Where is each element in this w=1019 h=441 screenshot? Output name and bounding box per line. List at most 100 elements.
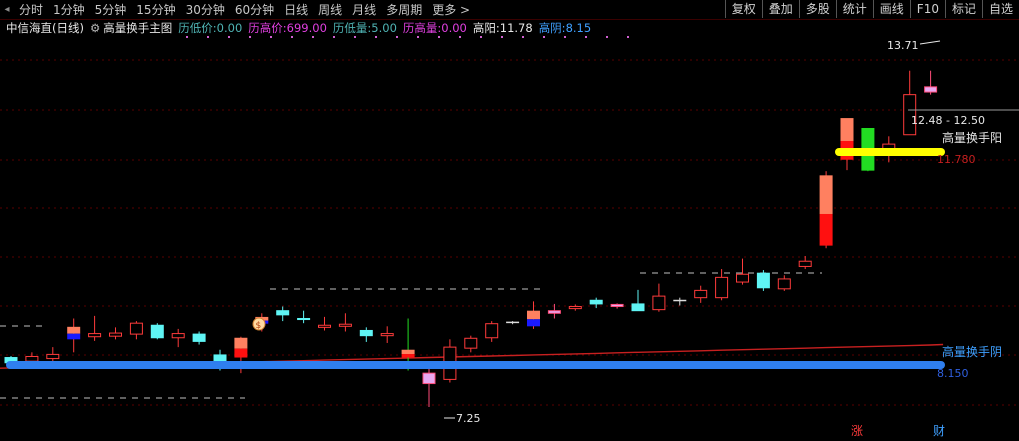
overlay-button[interactable]: 叠加 [761,0,799,18]
candle[interactable] [589,297,603,309]
candle[interactable] [819,171,833,249]
candle[interactable] [422,365,436,407]
candle[interactable] [798,256,812,270]
candle-body [694,289,708,299]
candle-body [715,276,729,299]
candle[interactable] [359,327,373,342]
candle-body [276,310,290,316]
candle-body [171,333,185,339]
candle[interactable] [297,310,311,324]
candle[interactable] [840,118,854,171]
candle-body [485,323,499,339]
candle-body-upper [401,349,415,355]
stock-title: 中信海直(日线) [6,21,84,35]
indicator-info-bar: 中信海直(日线) ⚙ 高量换手主图 历低价:0.00 历高价:699.00 历低… [0,20,597,36]
candle[interactable] [464,335,478,353]
high-yang-value: 高阳:11.78 [472,21,533,35]
zhang-badge[interactable]: 涨 [848,422,866,438]
candle[interactable] [318,316,331,331]
statistics-button[interactable]: 统计 [835,0,873,18]
candle[interactable] [652,283,666,312]
candle-body [924,86,938,93]
candle[interactable] [924,70,938,95]
candle-body [192,333,206,342]
signal-dot [291,36,293,38]
signal-dot [333,36,335,38]
multi-stock-button[interactable]: 多股 [798,0,836,18]
tab-fenshi[interactable]: 分时 [14,1,48,19]
candle[interactable] [631,289,645,312]
candle-body-upper [840,118,854,141]
candle[interactable] [610,303,624,309]
candle[interactable] [694,285,708,303]
candle-body [109,332,122,337]
candle[interactable] [485,321,499,342]
candle[interactable] [443,339,457,383]
tab-day[interactable]: 日线 [279,1,313,19]
signal-dot [543,36,545,38]
candle[interactable] [276,306,290,322]
candle[interactable] [192,331,206,345]
candle[interactable] [109,327,122,340]
candle-body [422,372,436,385]
right-button-group: 复权 叠加 多股 统计 画线 F10 标记 自选 [724,0,1019,19]
candle-body [610,303,624,308]
signal-dot [417,36,419,38]
high-yin-value: 高阴:8.15 [538,21,592,35]
candle[interactable] [129,321,143,340]
candle-body [338,323,352,327]
f10-button[interactable]: F10 [909,0,945,18]
tab-multi-period[interactable]: 多周期 [381,1,427,19]
candle-body [736,273,749,283]
candle[interactable] [756,270,770,291]
svg-text:$: $ [256,321,262,331]
svg-text:涨: 涨 [851,423,863,438]
hist-high-price: 历高价:699.00 [248,21,327,35]
candle-body [88,333,102,338]
signal-dot [480,36,482,38]
watchlist-button[interactable]: 自选 [981,0,1019,18]
tab-30min[interactable]: 30分钟 [181,1,230,19]
tab-15min[interactable]: 15分钟 [131,1,180,19]
tab-week[interactable]: 周线 [313,1,347,19]
high-price-arrow [919,40,941,45]
candle[interactable] [150,323,164,340]
candle-body [589,299,603,305]
candle[interactable] [715,269,729,301]
candle[interactable] [338,313,352,332]
candle[interactable] [67,318,81,353]
candle[interactable] [88,315,102,341]
indicator-name[interactable]: 高量换手主图 [103,20,172,36]
candle[interactable] [777,275,791,291]
grid-lines [0,59,1019,406]
candle-body [464,337,478,349]
tab-month[interactable]: 月线 [347,1,381,19]
high-price-label: 13.71 [887,39,919,52]
signal-dot [228,36,230,38]
signal-dot [375,36,377,38]
left-scroll-icon[interactable]: ◂ [0,4,14,15]
gear-icon[interactable]: ⚙ [90,21,100,35]
candle[interactable] [568,304,582,311]
candle-body [652,295,666,311]
tab-more[interactable]: 更多 > [427,1,475,19]
draw-line-button[interactable]: 画线 [872,0,910,18]
candle-body [777,278,791,290]
kline-chart[interactable]: 13.71 7.25 12.48 - 12.50 高量换手阳 11.780 高量… [0,0,1019,441]
candle-body [673,299,687,302]
candle-body [318,324,331,328]
candle[interactable] [171,328,185,348]
mark-button[interactable]: 标记 [944,0,982,18]
fuquan-button[interactable]: 复权 [724,0,762,18]
candle[interactable] [736,258,749,285]
yin-value: 8.150 [937,367,969,380]
candle[interactable] [506,321,520,325]
cai-badge[interactable]: 财 [930,422,948,438]
tab-60min[interactable]: 60分钟 [230,1,279,19]
candle[interactable] [673,297,687,306]
tab-5min[interactable]: 5分钟 [90,1,132,19]
candle[interactable] [380,326,394,343]
money-icon[interactable]: $ [252,317,266,331]
tab-1min[interactable]: 1分钟 [48,1,90,19]
candle[interactable] [527,301,540,329]
